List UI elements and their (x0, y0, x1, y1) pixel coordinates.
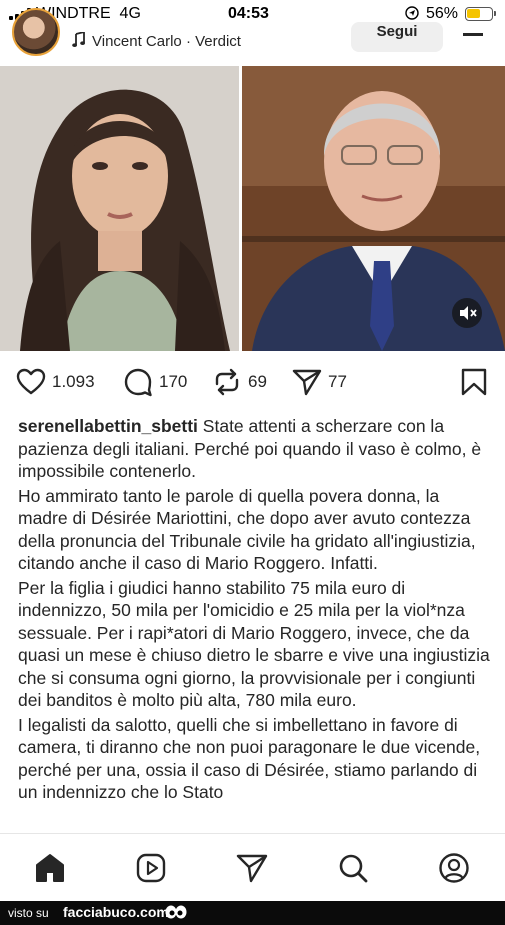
eyes-logo-icon (165, 905, 187, 919)
nav-home[interactable] (34, 852, 66, 884)
audio-track-label: Vincent Carlo · Verdict (92, 33, 241, 50)
follow-button[interactable]: Segui (351, 22, 443, 52)
caption-paragraph: Ho ammirato tanto le parole di quella po… (18, 485, 476, 574)
nav-reels[interactable] (135, 852, 167, 884)
bookmark-icon (461, 368, 487, 396)
watermark-site: facciabuco.com (63, 904, 169, 920)
repost-icon (215, 368, 239, 396)
audio-track[interactable]: Vincent Carlo · Verdict (72, 32, 241, 50)
comment-count: 170 (159, 372, 188, 391)
avatar[interactable] (12, 8, 60, 56)
save-button[interactable] (459, 367, 489, 397)
reels-icon (136, 853, 166, 883)
like-button[interactable]: 1.093 (16, 367, 95, 397)
nav-profile[interactable] (438, 852, 470, 884)
home-icon (36, 854, 64, 882)
caption-paragraph: serenellabettin_sbetti State attenti a s… (18, 415, 490, 483)
post-media[interactable] (0, 66, 505, 351)
send-icon (292, 369, 322, 396)
heart-icon (16, 368, 46, 395)
more-options-icon[interactable] (463, 33, 483, 36)
music-note-icon (72, 32, 85, 47)
post-caption: serenellabettin_sbetti State attenti a s… (18, 415, 490, 806)
mute-button[interactable] (452, 298, 482, 328)
speaker-muted-icon (460, 306, 477, 320)
comment-bubble-icon (124, 368, 152, 397)
like-count: 1.093 (52, 372, 95, 391)
photo-woman (0, 66, 239, 351)
caption-username[interactable]: serenellabettin_sbetti (18, 416, 198, 436)
share-button[interactable]: 77 (292, 367, 347, 397)
watermark-prefix: visto su (8, 906, 49, 920)
caption-paragraph: I legalisti da salotto, quelli che si im… (18, 714, 481, 803)
bottom-nav (0, 833, 505, 901)
post-actions: 1.093 170 69 77 (0, 363, 505, 403)
direct-icon (236, 854, 268, 883)
profile-icon (439, 853, 469, 883)
repost-button[interactable]: 69 (212, 367, 267, 397)
repost-count: 69 (248, 372, 267, 391)
photo-woman-illustration (0, 66, 239, 351)
nav-direct[interactable] (236, 852, 268, 884)
share-count: 77 (328, 372, 347, 391)
watermark-bar: visto su facciabuco.com (0, 901, 505, 925)
search-icon (339, 854, 368, 883)
comment-button[interactable]: 170 (123, 367, 187, 397)
nav-search[interactable] (337, 852, 369, 884)
caption-paragraph: Per la figlia i giudici hanno stabilito … (18, 577, 490, 711)
post-header: Vincent Carlo · Verdict Segui (0, 8, 505, 66)
